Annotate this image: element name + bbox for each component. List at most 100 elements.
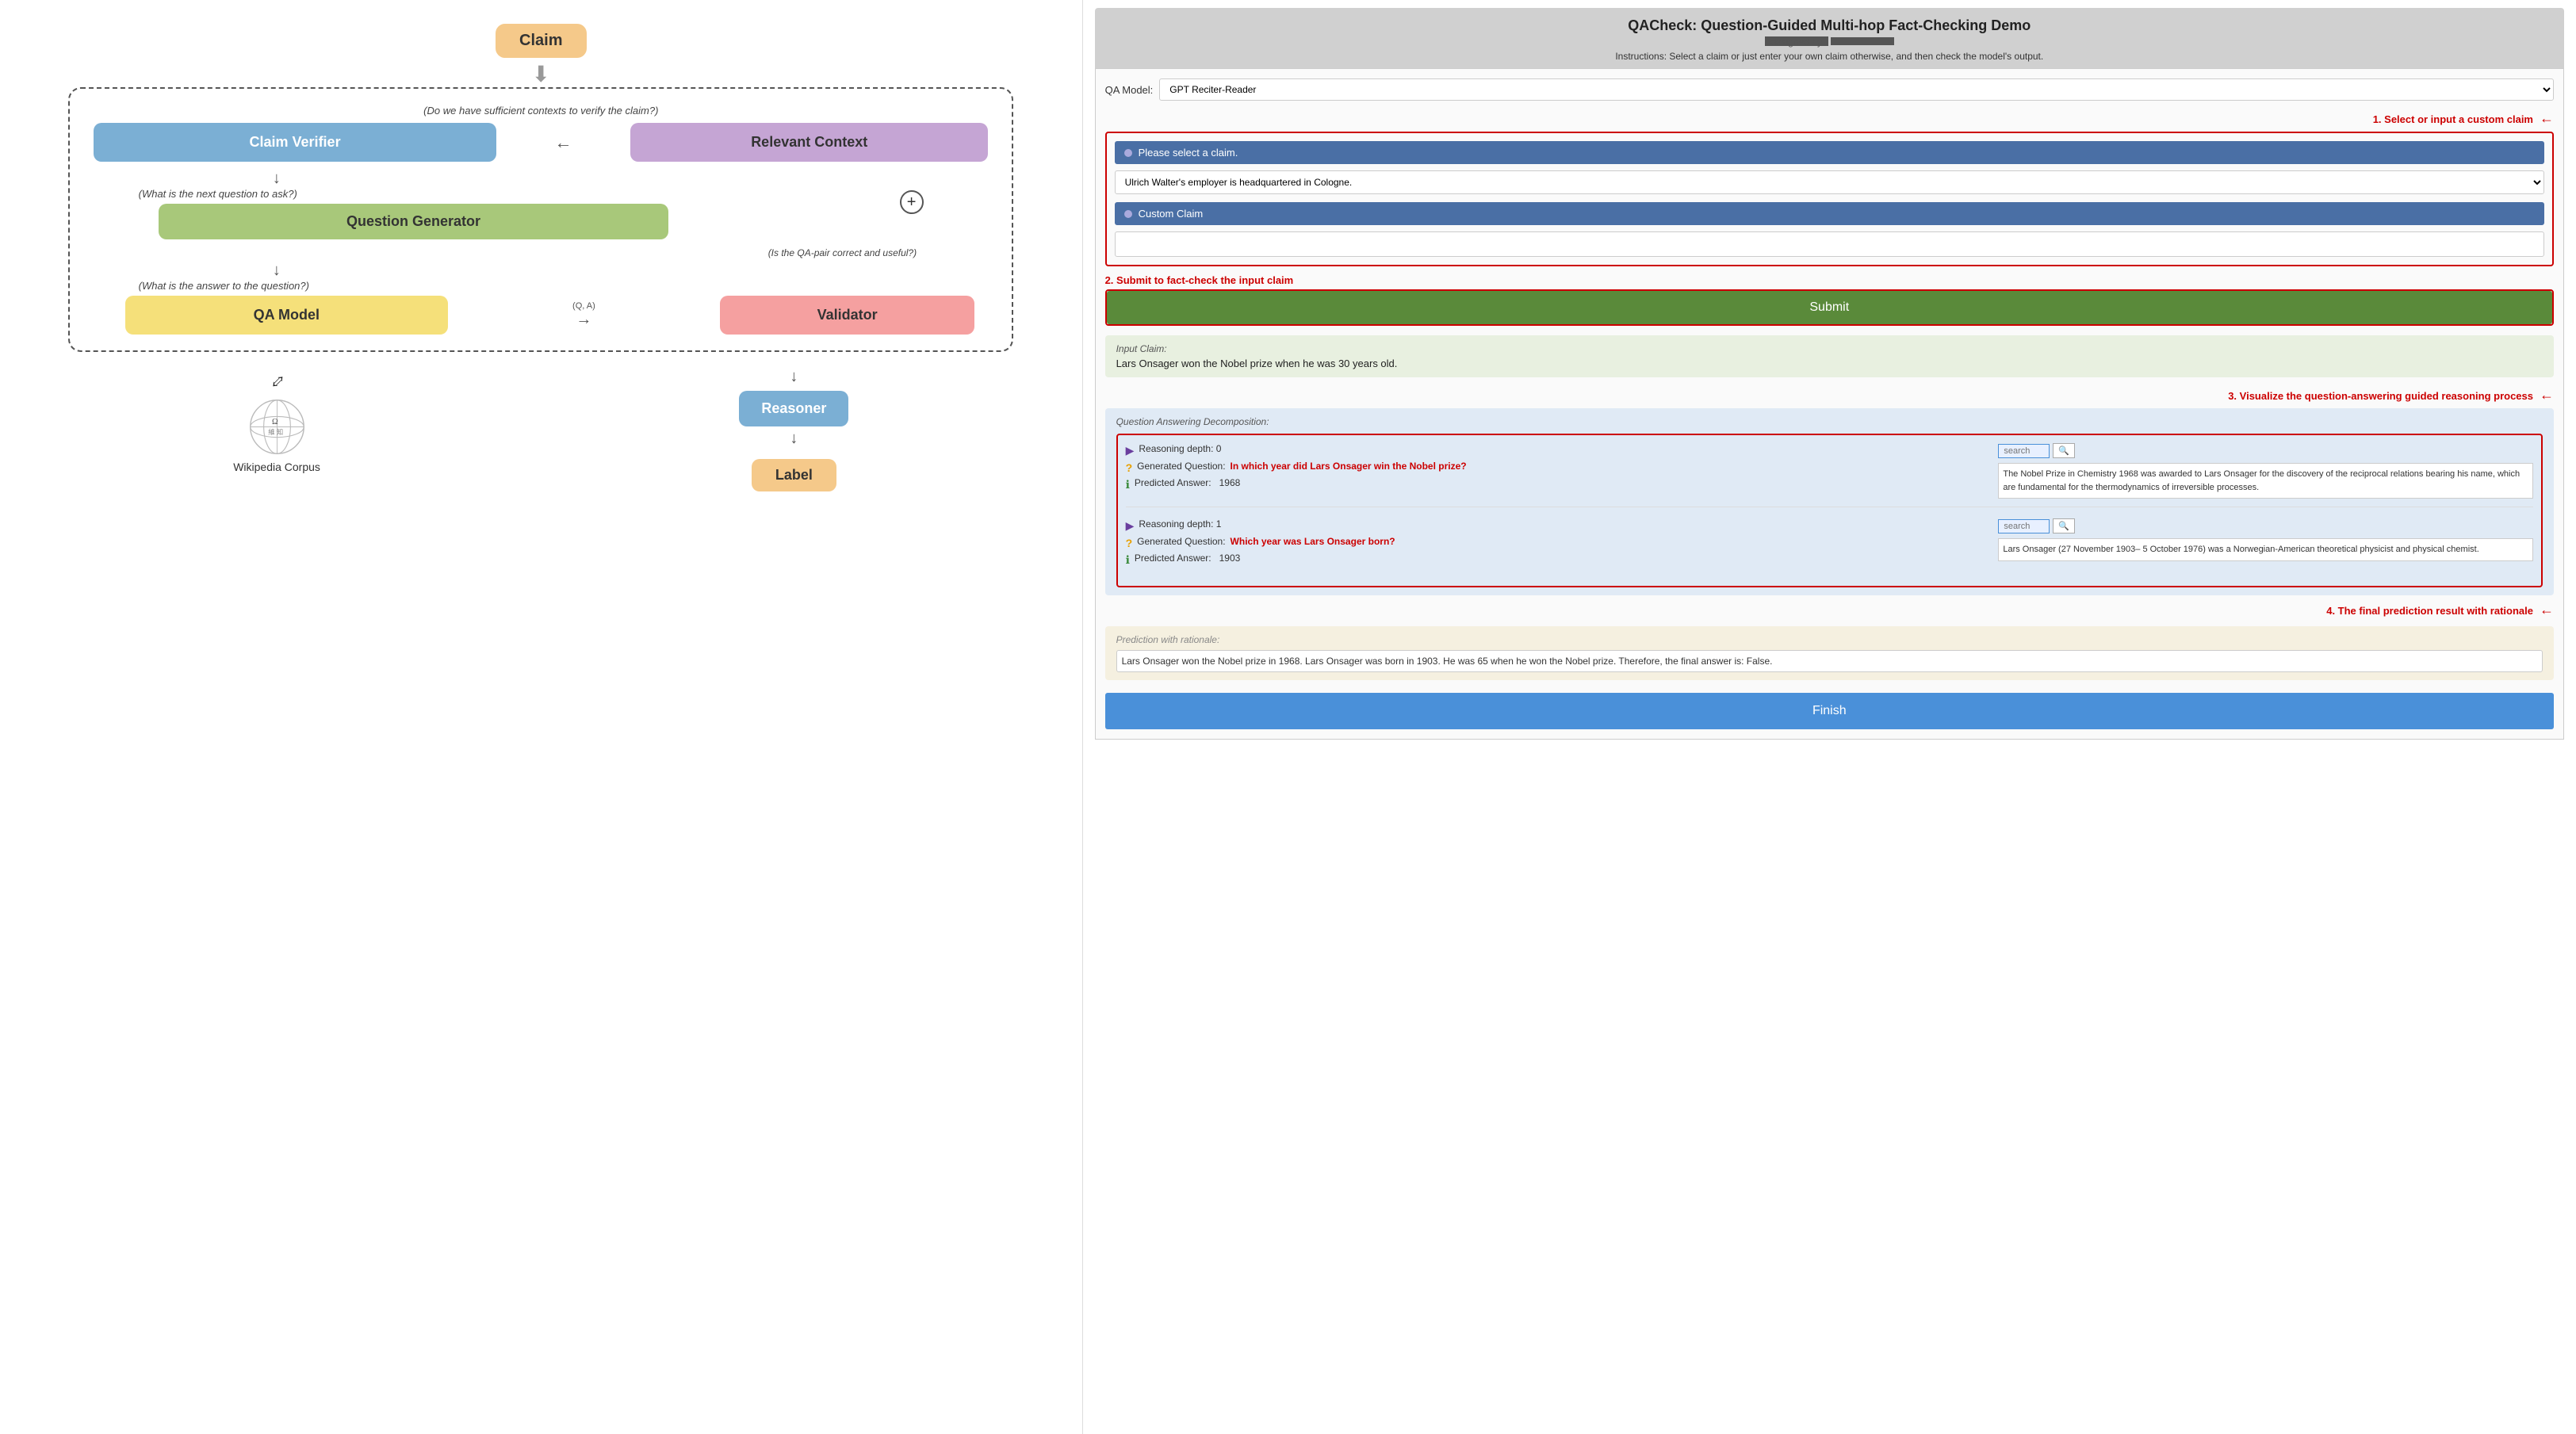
step-1-depth: ▶ Reasoning depth: 1 <box>1126 518 1991 533</box>
arrow-verifier-down: ↓ <box>273 170 281 188</box>
step-1-right: 🔍 Lars Onsager (27 November 1903– 5 Octo… <box>1998 518 2533 561</box>
bidirectional-arrow: ⇔ <box>260 364 293 397</box>
claim-verifier-box: Claim Verifier <box>94 123 496 162</box>
sufficient-context-question: (Do we have sufficient contexts to verif… <box>423 105 658 117</box>
step-0-answer: ℹ Predicted Answer: 1968 <box>1126 477 1991 491</box>
model-select-dropdown[interactable]: GPT Reciter-Reader <box>1159 78 2554 101</box>
custom-claim-header: Custom Claim <box>1115 202 2544 225</box>
arrow-annotation-1: ← <box>2540 110 2554 127</box>
arrow-context-to-verifier: ← <box>554 132 572 153</box>
question-label-0: Generated Question: <box>1137 461 1225 472</box>
answer-label-1: Predicted Answer: <box>1135 553 1211 564</box>
answer-text-1: 1903 <box>1219 553 1241 564</box>
next-question-text: (What is the next question to ask?) <box>139 188 297 200</box>
search-box-0: 🔍 <box>1998 443 2533 458</box>
arrow-annotation-4: ← <box>2540 602 2554 618</box>
submit-section: Submit <box>1105 289 2554 326</box>
qa-validator-row: QA Model (Q, A) → Validator <box>125 296 975 335</box>
reasoning-step-1: ▶ Reasoning depth: 1 ? Generated Questio… <box>1126 518 2533 578</box>
dashed-boundary: (Do we have sufficient contexts to verif… <box>68 87 1013 352</box>
qa-model-box: QA Model <box>125 296 448 335</box>
qa-decomp-label: Question Answering Decomposition: <box>1116 416 2543 427</box>
search-button-1[interactable]: 🔍 <box>2053 518 2075 533</box>
right-panel: QACheck: Question-Guided Multi-hop Fact-… <box>1082 0 2576 1434</box>
input-claim-label: Input Claim: <box>1116 343 2543 354</box>
model-select-label: QA Model: <box>1105 84 1154 96</box>
question-icon-1: ? <box>1126 537 1133 549</box>
claim-box: Claim <box>496 24 586 58</box>
author-redacted <box>1831 37 1894 45</box>
claim-select-header: Please select a claim. <box>1115 141 2544 164</box>
play-icon-0: ▶ <box>1126 444 1135 457</box>
label-box: Label <box>752 459 836 491</box>
annotation-4: 4. The final prediction result with rati… <box>2326 605 2533 617</box>
search-input-0[interactable] <box>1998 444 2050 458</box>
bottom-section: ⇔ Ω 維 知 Wikipedia Corpus ↓ Reasoner ↓ La… <box>16 368 1066 491</box>
flow-diagram: Claim ⬇ (Do we have sufficient contexts … <box>16 24 1066 491</box>
custom-claim-label: Custom Claim <box>1139 208 1204 220</box>
question-icon-0: ? <box>1126 461 1133 474</box>
claim-select-label: Please select a claim. <box>1139 147 1238 159</box>
context-text-0: The Nobel Prize in Chemistry 1968 was aw… <box>1998 463 2533 499</box>
left-panel: Claim ⬇ (Do we have sufficient contexts … <box>0 0 1082 1434</box>
annotation-1: 1. Select or input a custom claim <box>2373 113 2533 125</box>
claim-section: Please select a claim. Ulrich Walter's e… <box>1105 132 2554 266</box>
arrow-claim-to-dashed: ⬇ <box>532 63 550 86</box>
wikipedia-section: ⇔ Ω 維 知 Wikipedia Corpus <box>233 368 320 473</box>
arrow-to-reasoner: ↓ <box>790 368 798 386</box>
verifier-context-row: Claim Verifier ← Relevant Context <box>94 123 988 162</box>
dot-blue-1 <box>1124 149 1132 157</box>
arrow-annotation-3: ← <box>2540 387 2554 403</box>
qa-decomp-box: Question Answering Decomposition: ▶ Reas… <box>1105 408 2554 595</box>
prediction-text: Lars Onsager won the Nobel prize in 1968… <box>1116 650 2543 672</box>
validator-box: Validator <box>720 296 975 335</box>
arrow-reasoner-to-label: ↓ <box>790 430 798 448</box>
input-claim-text: Lars Onsager won the Nobel prize when he… <box>1116 358 2543 369</box>
demo-instructions: Instructions: Select a claim or just ent… <box>1103 51 2556 62</box>
reasoning-step-0: ▶ Reasoning depth: 0 ? Generated Questio… <box>1126 443 2533 507</box>
play-icon-1: ▶ <box>1126 519 1135 533</box>
step-1-left: ▶ Reasoning depth: 1 ? Generated Questio… <box>1126 518 1991 570</box>
depth-text-1: Reasoning depth: 1 <box>1139 518 1221 530</box>
qa-correct-question: (Is the QA-pair correct and useful?) <box>768 247 917 258</box>
annotation-3: 3. Visualize the question-answering guid… <box>2228 390 2533 402</box>
plus-circle: + <box>900 190 924 214</box>
answer-label-0: Predicted Answer: <box>1135 477 1211 488</box>
custom-claim-input[interactable] <box>1115 231 2544 257</box>
wikipedia-label: Wikipedia Corpus <box>233 461 320 473</box>
answer-text-0: 1968 <box>1219 477 1241 488</box>
reasoner-section: ↓ Reasoner ↓ Label <box>739 368 848 491</box>
question-text-1: Which year was Lars Onsager born? <box>1231 536 1395 547</box>
step-0-depth: ▶ Reasoning depth: 0 <box>1126 443 1991 457</box>
search-button-0[interactable]: 🔍 <box>2053 443 2075 458</box>
depth-text-0: Reasoning depth: 0 <box>1139 443 1221 454</box>
relevant-context-box: Relevant Context <box>630 123 988 162</box>
svg-text:Ω: Ω <box>272 418 278 426</box>
reasoner-box: Reasoner <box>739 391 848 426</box>
designed-by-label: designed by <box>1765 36 1828 46</box>
claim-dropdown[interactable]: Ulrich Walter's employer is headquartere… <box>1115 170 2544 194</box>
model-select-row: QA Model: GPT Reciter-Reader <box>1105 78 2554 101</box>
input-claim-box: Input Claim: Lars Onsager won the Nobel … <box>1105 335 2554 377</box>
demo-header: QACheck: Question-Guided Multi-hop Fact-… <box>1095 8 2564 68</box>
dot-blue-2 <box>1124 210 1132 218</box>
step-0-question: ? Generated Question: In which year did … <box>1126 461 1991 474</box>
info-icon-1: ℹ <box>1126 553 1130 567</box>
search-input-1[interactable] <box>1998 519 2050 533</box>
submit-button[interactable]: Submit <box>1107 291 2552 324</box>
question-text-0: In which year did Lars Onsager win the N… <box>1231 461 1467 472</box>
reasoning-steps-wrapper: ▶ Reasoning depth: 0 ? Generated Questio… <box>1116 434 2543 587</box>
info-icon-0: ℹ <box>1126 478 1130 491</box>
question-label-1: Generated Question: <box>1137 536 1225 547</box>
step-0-left: ▶ Reasoning depth: 0 ? Generated Questio… <box>1126 443 1991 495</box>
question-generator-box: Question Generator <box>159 204 668 239</box>
finish-button[interactable]: Finish <box>1105 693 2554 729</box>
svg-text:維 知: 維 知 <box>268 428 283 436</box>
demo-body: QA Model: GPT Reciter-Reader 1. Select o… <box>1095 68 2564 740</box>
question-generator-row: Question Generator + <box>116 204 966 243</box>
search-box-1: 🔍 <box>1998 518 2533 533</box>
step-1-answer: ℹ Predicted Answer: 1903 <box>1126 553 1991 567</box>
step-0-right: 🔍 The Nobel Prize in Chemistry 1968 was … <box>1998 443 2533 499</box>
demo-title: QACheck: Question-Guided Multi-hop Fact-… <box>1103 17 2556 34</box>
prediction-label: Prediction with rationale: <box>1116 634 2543 645</box>
